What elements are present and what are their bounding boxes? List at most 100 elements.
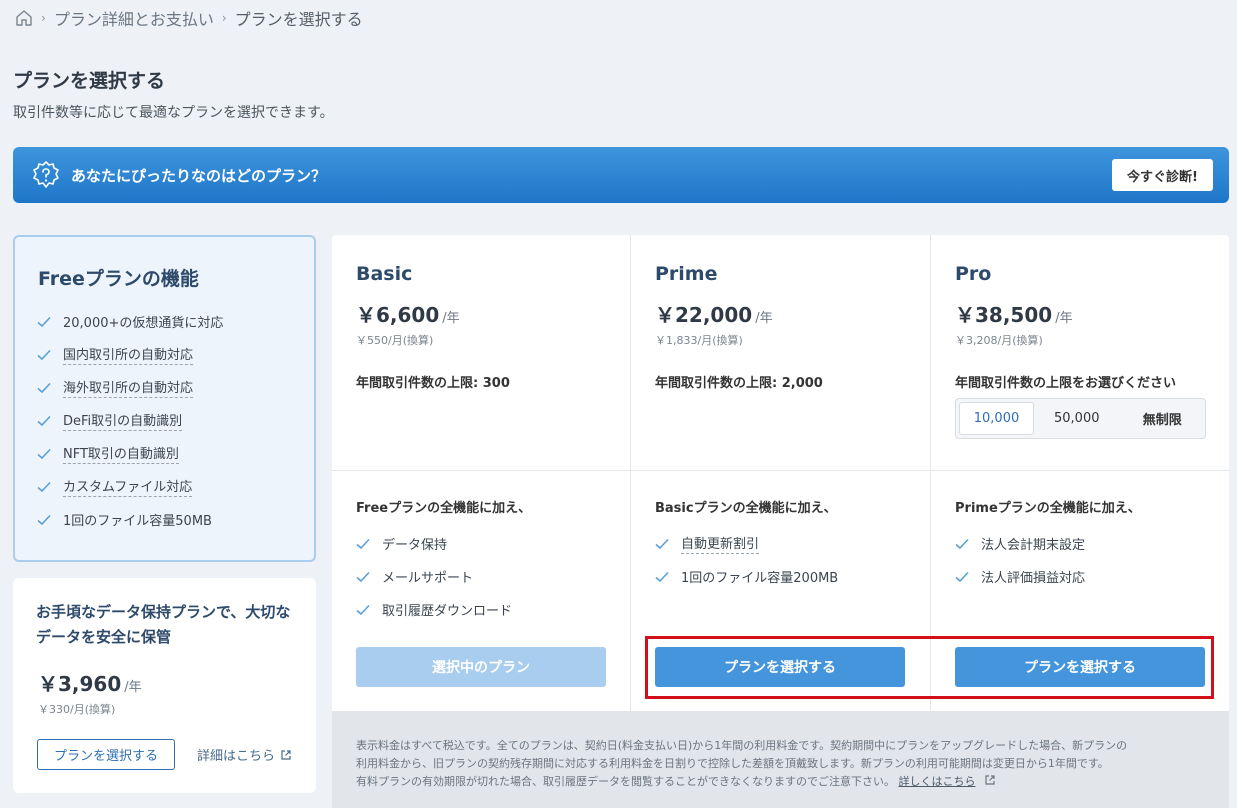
storage-plan-title: お手頃なデータ保持プランで、大切なデータを安全に保管 <box>36 603 291 646</box>
plan-card-basic: Basic ￥6,600 /年 ￥550/月(換算) 年間取引件数の上限: 30… <box>332 235 630 711</box>
monthly-price: ￥550/月(換算) <box>356 334 434 347</box>
plan-price: ￥6,600 /年 ￥550/月(換算) <box>356 299 460 348</box>
external-link-icon <box>985 775 995 785</box>
check-icon <box>356 604 370 616</box>
plan-feature-list: データ保持 メールサポート 取引履歴ダウンロード <box>356 527 512 626</box>
free-plan-title: Freeプランの機能 <box>38 268 199 290</box>
check-icon <box>655 571 669 583</box>
storage-plan-price: ￥3,960 /年 ￥330/月(換算) <box>38 668 142 717</box>
data-storage-plan-card: お手頃なデータ保持プランで、大切なデータを安全に保管 ￥3,960 /年 ￥33… <box>13 578 316 793</box>
pricing-notes: 表示料金はすべて税込です。全てのプランは、契約日(料金支払い日)から1年間の利用… <box>332 711 1229 808</box>
note-text: 有料プランの有効期限が切れた場合、取引履歴データを閲覧することができなくなります… <box>356 775 895 788</box>
monthly-price: ￥3,208/月(換算) <box>955 334 1043 347</box>
list-item: NFT取引の自動識別 <box>37 437 223 470</box>
feature-label[interactable]: 海外取引所の自動対応 <box>63 377 194 398</box>
feature-heading: Primeプランの全機能に加え、 <box>955 501 1141 516</box>
price-amount: ￥38,500 <box>955 303 1053 327</box>
plan-feature-list: 自動更新割引 1回のファイル容量200MB <box>655 527 838 593</box>
current-plan-button: 選択中のプラン <box>356 647 606 687</box>
feature-heading: Basicプランの全機能に加え、 <box>655 501 837 516</box>
price-amount: ￥22,000 <box>655 303 753 327</box>
select-storage-plan-button[interactable]: プランを選択する <box>37 739 175 770</box>
feature-label: 20,000+の仮想通貨に対応 <box>63 316 224 331</box>
note-line: 有料プランの有効期限が切れた場合、取引履歴データを閲覧することができなくなります… <box>356 773 1205 791</box>
price-unit: /年 <box>1055 311 1073 326</box>
list-item: データ保持 <box>356 527 512 560</box>
check-icon <box>37 415 51 427</box>
check-icon <box>37 448 51 460</box>
learn-more-link[interactable]: 詳しくはこちら <box>899 775 976 788</box>
highlight-box <box>645 636 1214 699</box>
plan-feature-list: 法人会計期末設定 法人評価損益対応 <box>955 527 1085 593</box>
home-icon[interactable] <box>15 9 33 27</box>
feature-label: 取引履歴ダウンロード <box>382 604 513 619</box>
check-icon <box>655 538 669 550</box>
check-icon <box>37 382 51 394</box>
monthly-price: ￥1,833/月(換算) <box>655 334 743 347</box>
feature-label[interactable]: 国内取引所の自動対応 <box>63 344 194 365</box>
transaction-limit-prompt: 年間取引件数の上限をお選びください <box>955 376 1177 391</box>
check-icon <box>955 571 969 583</box>
breadcrumb-separator: › <box>221 11 227 25</box>
note-line: 表示料金はすべて税込です。全てのプランは、契約日(料金支払い日)から1年間の利用… <box>356 739 1128 752</box>
transaction-limit: 年間取引件数の上限: 2,000 <box>655 376 823 391</box>
list-item: 自動更新割引 <box>655 527 838 560</box>
details-link[interactable]: 詳細はこちら <box>197 745 292 764</box>
feature-label[interactable]: NFT取引の自動識別 <box>63 443 179 464</box>
breadcrumb: › プラン詳細とお支払い › プランを選択する <box>15 7 363 29</box>
list-item: 国内取引所の自動対応 <box>37 338 223 371</box>
page-title: プランを選択する <box>13 70 166 92</box>
price-unit: /年 <box>442 311 460 326</box>
feature-label: メールサポート <box>382 571 474 586</box>
diagnose-now-button[interactable]: 今すぐ診断! <box>1112 159 1213 191</box>
check-icon <box>955 538 969 550</box>
details-link-label[interactable]: 詳細はこちら <box>197 745 275 764</box>
feature-label: 法人会計期末設定 <box>981 538 1086 553</box>
external-link-icon <box>281 749 291 760</box>
note-line: 利用料金から、旧プランの契約残存期間に対応する利用料金を日割りで控除した差額を頂… <box>356 757 1109 770</box>
plan-price: ￥22,000 /年 ￥1,833/月(換算) <box>655 299 773 348</box>
page-subtitle: 取引件数等に応じて最適なプランを選択できます。 <box>13 105 334 121</box>
free-plan-feature-list: 20,000+の仮想通貨に対応 国内取引所の自動対応 海外取引所の自動対応 De… <box>37 305 223 536</box>
feature-label: データ保持 <box>382 538 448 553</box>
limit-option-unlimited[interactable]: 無制限 <box>1120 402 1206 435</box>
limit-option-10000[interactable]: 10,000 <box>959 402 1034 435</box>
price-unit: /年 <box>124 680 142 695</box>
free-plan-card: Freeプランの機能 20,000+の仮想通貨に対応 国内取引所の自動対応 海外… <box>13 235 316 562</box>
list-item: メールサポート <box>356 560 512 593</box>
list-item: 1回のファイル容量50MB <box>37 503 223 536</box>
list-item: DeFi取引の自動識別 <box>37 404 223 437</box>
check-icon <box>37 349 51 361</box>
check-icon <box>37 316 51 328</box>
plan-name: Pro <box>955 263 992 285</box>
question-badge-icon <box>33 161 59 188</box>
breadcrumb-separator: › <box>41 11 46 25</box>
transaction-limit: 年間取引件数の上限: 300 <box>356 376 510 391</box>
list-item: カスタムファイル対応 <box>37 470 223 503</box>
list-item: 20,000+の仮想通貨に対応 <box>37 305 223 338</box>
banner-text: あなたにぴったりなのはどのプラン？ <box>71 166 327 185</box>
breadcrumb-item-plan-details[interactable]: プラン詳細とお支払い <box>54 6 214 30</box>
feature-label: 1回のファイル容量50MB <box>63 514 212 529</box>
feature-label: 1回のファイル容量200MB <box>681 571 839 586</box>
feature-label[interactable]: カスタムファイル対応 <box>63 476 193 497</box>
list-item: 法人評価損益対応 <box>955 560 1085 593</box>
feature-label: 法人評価損益対応 <box>981 571 1086 586</box>
check-icon <box>37 514 51 526</box>
check-icon <box>37 481 51 493</box>
check-icon <box>356 538 370 550</box>
breadcrumb-item-current: プランを選択する <box>234 10 363 29</box>
list-item: 海外取引所の自動対応 <box>37 371 223 404</box>
price-amount: ￥6,600 <box>356 303 440 327</box>
list-item: 法人会計期末設定 <box>955 527 1085 560</box>
feature-heading: Freeプランの全機能に加え、 <box>356 501 532 516</box>
plan-name: Basic <box>356 263 413 285</box>
monthly-price: ￥330/月(換算) <box>38 703 116 716</box>
feature-label[interactable]: DeFi取引の自動識別 <box>63 410 183 431</box>
price-unit: /年 <box>755 311 773 326</box>
plan-name: Prime <box>655 263 718 285</box>
limit-option-50000[interactable]: 50,000 <box>1034 402 1120 435</box>
feature-label[interactable]: 自動更新割引 <box>681 533 760 554</box>
transaction-limit-selector: 10,000 50,000 無制限 <box>955 398 1206 439</box>
list-item: 取引履歴ダウンロード <box>356 593 512 626</box>
